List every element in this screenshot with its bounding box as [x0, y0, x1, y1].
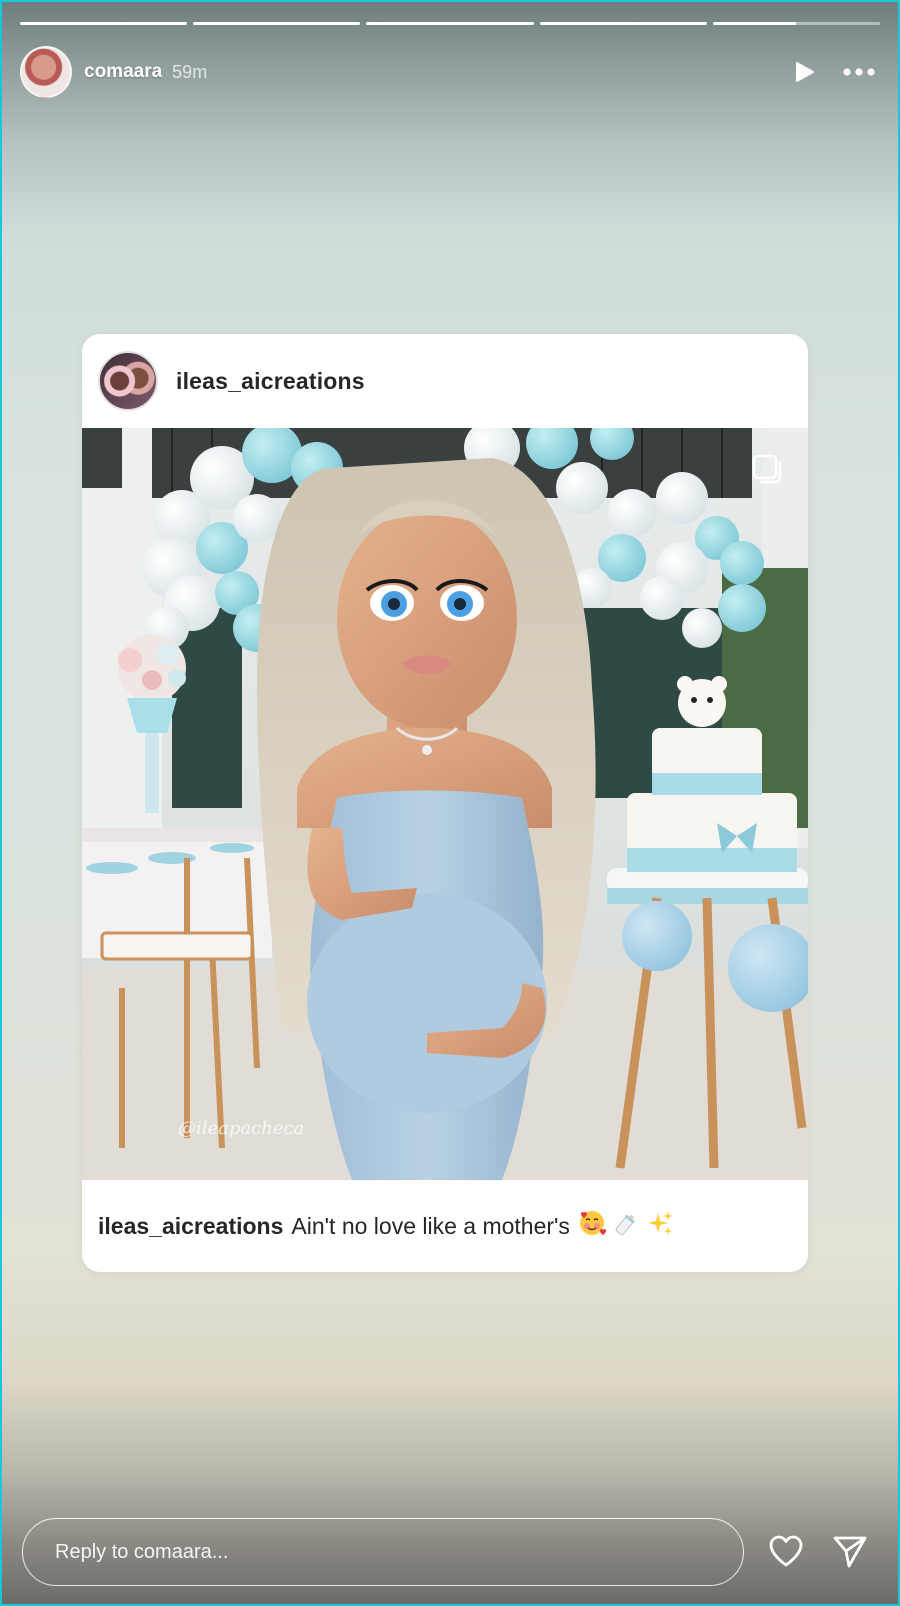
shared-post-card[interactable]: ileas_aicreations @ileapacheca ileas_aic… [82, 334, 808, 1272]
image-watermark: @ileapacheca [178, 1118, 305, 1139]
story-username[interactable]: comaara [84, 61, 162, 83]
story-avatar[interactable] [20, 46, 72, 98]
caption-username[interactable]: ileas_aicreations [98, 1213, 283, 1240]
post-header: ileas_aicreations [82, 334, 808, 428]
more-icon[interactable] [842, 67, 876, 77]
progress-segment [539, 22, 707, 25]
reply-input[interactable]: Reply to comaara... [22, 1518, 744, 1586]
story-progress-bar [20, 22, 881, 25]
post-image[interactable]: @ileapacheca [82, 428, 808, 1180]
baby-bottle-icon [612, 1209, 640, 1243]
progress-segment-current [712, 22, 881, 25]
story-viewer: comaara 59m ileas_aicreations @ileapache… [0, 0, 900, 1606]
story-header: comaara 59m [20, 44, 876, 100]
play-icon[interactable] [792, 60, 816, 84]
send-message-icon[interactable] [832, 1534, 868, 1568]
post-caption: ileas_aicreations Ain't no love like a m… [82, 1180, 808, 1272]
progress-segment [20, 22, 188, 25]
post-avatar[interactable] [98, 351, 158, 411]
like-heart-icon[interactable] [768, 1534, 804, 1568]
post-username[interactable]: ileas_aicreations [176, 368, 365, 395]
sparkles-icon [646, 1209, 674, 1243]
story-timestamp: 59m [172, 61, 208, 82]
caption-text: Ain't no love like a mother's [291, 1212, 570, 1239]
multiple-images-icon [752, 454, 782, 484]
progress-segment [193, 22, 361, 25]
progress-segment [366, 22, 534, 25]
smiling-face-with-hearts-icon [578, 1209, 606, 1243]
